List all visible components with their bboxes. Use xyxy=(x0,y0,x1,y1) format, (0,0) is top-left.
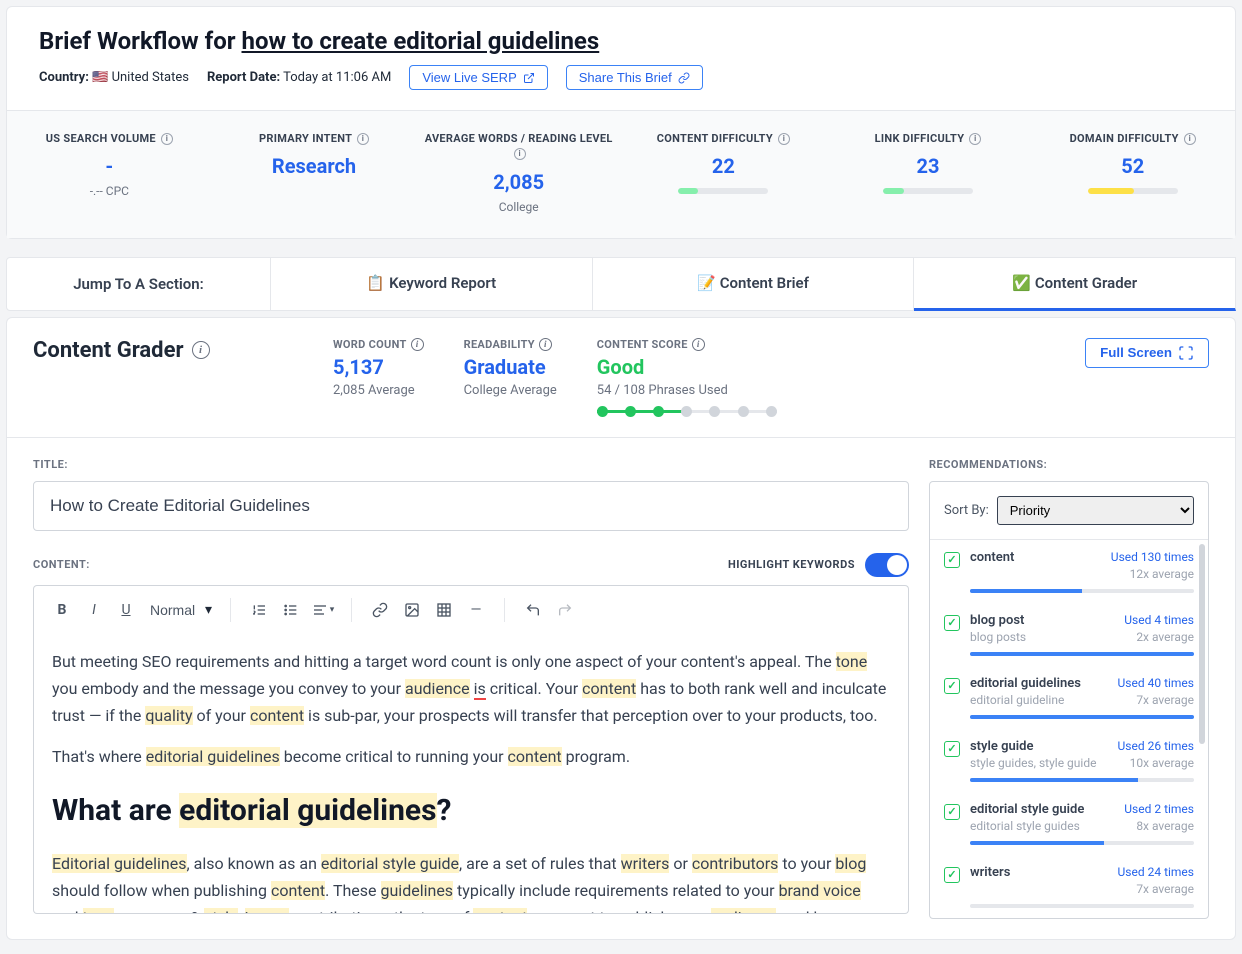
redo-button[interactable] xyxy=(551,596,579,624)
stat-item: CONTENT DIFFICULTY i 22 xyxy=(621,131,826,214)
stat-item: AVERAGE WORDS / READING LEVEL i 2,085 Co… xyxy=(416,131,621,214)
sort-select[interactable]: Priority xyxy=(997,496,1194,525)
flag-icon: 🇺🇸 xyxy=(92,70,108,85)
highlight-toggle[interactable] xyxy=(865,553,909,577)
link-button[interactable] xyxy=(366,596,394,624)
word-count-stat: WORD COUNTi 5,137 2,085 Average xyxy=(333,338,424,398)
highlight-toggle-label: HIGHLIGHT KEYWORDS xyxy=(728,558,855,571)
align-button[interactable]: ▾ xyxy=(309,596,337,624)
view-live-serp-button[interactable]: View Live SERP xyxy=(409,65,547,90)
info-icon[interactable]: i xyxy=(192,341,210,359)
stat-item: US SEARCH VOLUME i - -.-- CPC xyxy=(7,131,212,214)
tab-keyword-report[interactable]: 📋Keyword Report xyxy=(271,257,593,311)
underline-button[interactable]: U xyxy=(112,596,140,624)
link-icon xyxy=(678,72,690,84)
image-button[interactable] xyxy=(398,596,426,624)
stat-item: DOMAIN DIFFICULTY i 52 xyxy=(1030,131,1235,214)
info-icon[interactable]: i xyxy=(539,338,552,351)
check-icon xyxy=(944,615,960,631)
tab-content-brief[interactable]: 📝Content Brief xyxy=(593,257,915,311)
stat-item: PRIMARY INTENT i Research xyxy=(212,131,417,214)
editor-toolbar: B I U Normal ▾ ▾ — xyxy=(33,585,909,634)
recommendation-item[interactable]: contentUsed 130 times 12x average xyxy=(930,540,1208,603)
grader-header: Content Grader i WORD COUNTi 5,137 2,085… xyxy=(7,318,1235,437)
readability-stat: READABILITYi Graduate College Average xyxy=(464,338,557,398)
brief-workflow-card: Brief Workflow for how to create editori… xyxy=(6,6,1236,239)
external-link-icon xyxy=(523,72,535,84)
table-button[interactable] xyxy=(430,596,458,624)
content-editor[interactable]: But meeting SEO requirements and hitting… xyxy=(33,634,909,914)
recommendation-item[interactable]: editorial style guideUsed 2 times editor… xyxy=(930,792,1208,855)
check-icon xyxy=(944,552,960,568)
bold-button[interactable]: B xyxy=(48,596,76,624)
tabs-row: Jump To A Section: 📋Keyword Report📝Conte… xyxy=(6,257,1236,311)
page-title: Brief Workflow for how to create editori… xyxy=(39,27,1203,55)
editor-column: TITLE: CONTENT: HIGHLIGHT KEYWORDS B I U… xyxy=(33,458,909,914)
content-score-stat: CONTENT SCOREi Good 54 / 108 Phrases Use… xyxy=(597,338,777,417)
recommendations-label: RECOMMENDATIONS: xyxy=(929,458,1209,471)
recommendations-list[interactable]: contentUsed 130 times 12x average blog p… xyxy=(930,540,1208,918)
undo-button[interactable] xyxy=(519,596,547,624)
header: Brief Workflow for how to create editori… xyxy=(7,7,1235,111)
unordered-list-button[interactable] xyxy=(277,596,305,624)
check-icon xyxy=(944,678,960,694)
score-progress xyxy=(597,406,777,417)
info-icon[interactable]: i xyxy=(692,338,705,351)
sort-row: Sort By: Priority xyxy=(930,482,1208,540)
format-select[interactable]: Normal xyxy=(144,598,216,622)
title-label: TITLE: xyxy=(33,458,909,471)
check-icon xyxy=(944,804,960,820)
recommendation-item[interactable]: editorial guidelinesUsed 40 times editor… xyxy=(930,666,1208,729)
content-label: CONTENT: xyxy=(33,558,90,571)
content-grader-card: Content Grader i WORD COUNTi 5,137 2,085… xyxy=(6,317,1236,940)
scrollbar[interactable] xyxy=(1199,544,1205,744)
grader-body: TITLE: CONTENT: HIGHLIGHT KEYWORDS B I U… xyxy=(7,438,1235,939)
title-input[interactable] xyxy=(33,481,909,531)
meta-row: Country: 🇺🇸 United States Report Date: T… xyxy=(39,65,1203,90)
recommendations-box: Sort By: Priority contentUsed 130 times … xyxy=(929,481,1209,919)
ordered-list-button[interactable] xyxy=(245,596,273,624)
grader-title: Content Grader i xyxy=(33,338,293,363)
recommendations-column: RECOMMENDATIONS: Sort By: Priority conte… xyxy=(929,458,1209,919)
italic-button[interactable]: I xyxy=(80,596,108,624)
stat-item: LINK DIFFICULTY i 23 xyxy=(826,131,1031,214)
recommendation-item[interactable]: style guideUsed 26 times style guides, s… xyxy=(930,729,1208,792)
info-icon[interactable]: i xyxy=(411,338,424,351)
expand-icon xyxy=(1178,345,1194,361)
recommendation-item[interactable]: blog postUsed 4 times blog posts2x avera… xyxy=(930,603,1208,666)
hr-button[interactable]: — xyxy=(462,596,490,624)
recommendation-item[interactable]: writersUsed 24 times 7x average xyxy=(930,855,1208,918)
check-icon xyxy=(944,741,960,757)
jump-to-section-label: Jump To A Section: xyxy=(6,257,271,311)
check-icon xyxy=(944,867,960,883)
share-brief-button[interactable]: Share This Brief xyxy=(566,65,703,90)
stats-row: US SEARCH VOLUME i - -.-- CPCPRIMARY INT… xyxy=(7,111,1235,238)
fullscreen-button[interactable]: Full Screen xyxy=(1085,338,1209,368)
tab-content-grader[interactable]: ✅Content Grader xyxy=(914,257,1236,311)
